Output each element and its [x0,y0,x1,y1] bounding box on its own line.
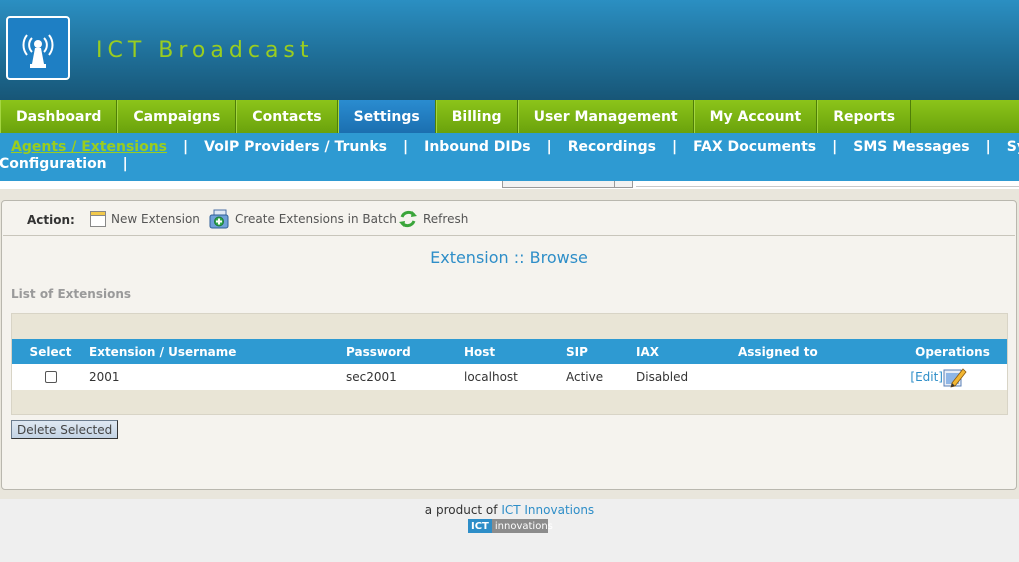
subnav-sms-messages[interactable]: SMS Messages [853,139,969,155]
divider-line [636,186,1019,187]
badge-ict-text: ICT [468,519,492,533]
hidden-toolbar-strip [0,181,1019,189]
subnav-separator: | [671,139,678,155]
tab-reports[interactable]: Reports [817,100,912,133]
subnav-separator: | [832,139,838,155]
section-title: List of Extensions [11,287,131,301]
tab-dashboard[interactable]: Dashboard [0,100,118,133]
new-extension-button[interactable]: New Extension [89,208,200,230]
footer-company-link[interactable]: ICT Innovations [501,503,594,517]
subnav-separator: | [985,139,991,155]
subnav-recordings[interactable]: Recordings [568,139,656,155]
subnav-separator: | [122,156,128,172]
delete-selected-button[interactable]: Delete Selected [11,420,119,439]
app-header: ICT Broadcast [0,0,1019,100]
column-header-extension[interactable]: Extension / Username [89,339,346,364]
subnav-separator: | [403,139,409,155]
column-header-iax[interactable]: IAX [636,339,738,364]
footer-prefix: a product of [424,503,498,517]
subnav-system-configuration-part2[interactable]: Configuration [0,156,107,172]
row-assigned-to [738,364,898,390]
tab-user-management[interactable]: User Management [517,100,694,133]
subnav-voip-providers[interactable]: VoIP Providers / Trunks [204,139,387,155]
column-header-select[interactable]: Select [12,339,89,364]
subnav-separator: | [546,139,552,155]
subnav-system-configuration-part1[interactable]: System [1007,139,1019,155]
table-row: 2001 sec2001 localhost Active Disabled [… [12,364,1007,390]
tab-my-account[interactable]: My Account [693,100,818,133]
column-header-host[interactable]: Host [464,339,566,364]
app-title: ICT Broadcast [96,38,314,63]
footer-byline: a product of ICT Innovations [0,503,1019,517]
refresh-button[interactable]: Refresh [397,208,468,230]
row-sip-status: Active [566,370,604,384]
row-operations: [Edit] [898,364,1007,390]
column-header-assigned-to[interactable]: Assigned to [738,339,898,364]
subnav-inbound-dids[interactable]: Inbound DIDs [424,139,530,155]
edit-link[interactable]: [Edit] [910,370,943,384]
tab-campaigns[interactable]: Campaigns [117,100,237,133]
tab-billing[interactable]: Billing [435,100,518,133]
row-extension: 2001 [89,370,120,384]
content-panel: Action: New Extension Create Extensions … [1,200,1017,490]
column-header-operations: Operations [915,344,990,359]
ict-innovations-badge[interactable]: ICT innovations [468,519,553,533]
tab-contacts[interactable]: Contacts [236,100,338,133]
row-password: sec2001 [346,370,397,384]
subnav-line-wrapped: Configuration | [0,156,144,174]
tab-settings[interactable]: Settings [337,100,436,133]
new-document-icon [90,211,106,227]
action-label: Action: [27,213,75,227]
settings-subnavigation: Agents / Extensions | VoIP Providers / Tru… [0,133,1019,181]
select-arrow [614,181,632,187]
table-header-row: Select Extension / Username Password Hos… [12,339,1007,364]
row-select-checkbox[interactable] [44,371,57,383]
edit-pencil-icon[interactable] [943,366,967,388]
subnav-separator: | [183,139,189,155]
batch-add-icon [209,209,229,229]
subnav-fax-documents[interactable]: FAX Documents [693,139,816,155]
broadcast-logo-icon[interactable] [6,16,70,80]
refresh-label: Refresh [423,212,469,226]
row-select-cell [12,364,89,390]
row-host: localhost [464,370,518,384]
partial-select[interactable] [502,181,633,188]
badge-innovations-text: innovations [494,520,553,532]
create-batch-button[interactable]: Create Extensions in Batch [209,208,397,230]
column-header-password[interactable]: Password [346,339,464,364]
page-title: Extension :: Browse [430,248,588,267]
page-footer: a product of ICT Innovations ICT innovat… [0,499,1019,562]
refresh-icon [399,210,417,228]
create-batch-label: Create Extensions in Batch [235,212,397,226]
subnav-line: Agents / Extensions | VoIP Providers / Tru… [11,139,1019,157]
column-header-sip[interactable]: SIP [566,339,636,364]
new-extension-label: New Extension [111,212,200,226]
action-bar: Action: New Extension Create Extensions … [3,202,1015,236]
extensions-table: Select Extension / Username Password Hos… [11,313,1008,415]
main-navigation: Dashboard Campaigns Contacts Settings Bi… [0,100,1019,133]
row-iax-status: Disabled [636,370,689,384]
subnav-agents-extensions[interactable]: Agents / Extensions [11,139,167,155]
